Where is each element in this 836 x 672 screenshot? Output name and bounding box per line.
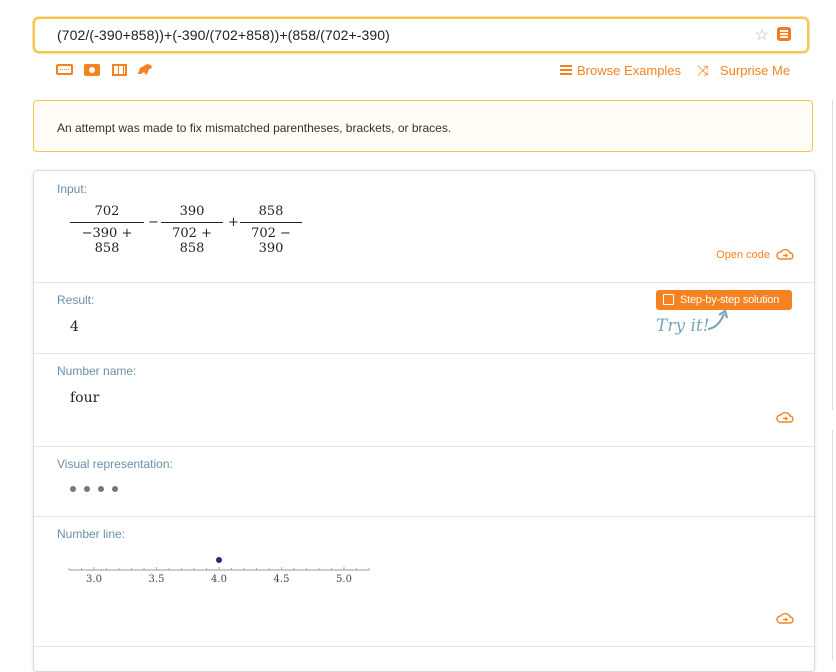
denominator: −390 + 858 [81, 226, 133, 256]
visual-dot [98, 486, 104, 492]
camera-icon[interactable] [84, 64, 100, 76]
numerator: 390 [179, 204, 205, 219]
number-line-pod: Number line: 3.0 3.5 4.0 4.5 5.0 [34, 516, 814, 647]
dot-group [70, 486, 130, 494]
cloud-download-icon[interactable] [776, 412, 794, 423]
visual-representation-pod: Visual representation: [34, 446, 814, 517]
number-line-point [216, 557, 222, 563]
number-line-tick-label: 5.0 [336, 574, 352, 585]
number-line-tick-label: 3.0 [86, 574, 102, 585]
open-code-link[interactable]: Open code [716, 249, 770, 261]
number-line-tick-label: 3.5 [149, 574, 165, 585]
side-panel-edge [832, 100, 836, 410]
keyboard-icon[interactable] [56, 64, 73, 75]
result-pod: Result: 4 Step-by-step solution Try it! [34, 282, 814, 354]
number-name-pod: Number name: four [34, 353, 814, 447]
pod-title: Result: [57, 293, 95, 307]
notice-text: An attempt was made to fix mismatched pa… [57, 121, 452, 135]
results-panel: Input: 702 −390 + 858 − 390 702 + 858 + … [33, 170, 815, 672]
fraction-2: 390 702 + 858 [161, 204, 223, 256]
input-pod: Input: 702 −390 + 858 − 390 702 + 858 + … [34, 171, 814, 283]
pod-title: Visual representation: [57, 457, 173, 471]
surprise-me-link[interactable]: Surprise Me [720, 63, 790, 78]
step-by-step-button[interactable]: Step-by-step solution [656, 290, 792, 310]
operator: − [148, 215, 159, 230]
search-bar[interactable]: (702/(-390+858))+(-390/(702+858))+(858/(… [33, 17, 809, 53]
dinosaur-icon[interactable] [137, 63, 153, 76]
star-icon[interactable]: ☆ [755, 25, 769, 45]
notice-box: An attempt was made to fix mismatched pa… [33, 100, 813, 152]
arrow-icon [707, 309, 729, 331]
pod-title: Input: [57, 182, 88, 196]
browse-examples-link[interactable]: Browse Examples [577, 63, 681, 78]
try-it-label: Try it! [656, 316, 710, 336]
operator: + [228, 215, 239, 230]
pod-title: Number line: [57, 527, 126, 541]
compute-button-icon[interactable] [777, 27, 791, 41]
number-line: 3.0 3.5 4.0 4.5 5.0 [68, 557, 370, 585]
denominator: 702 − 390 [251, 226, 291, 256]
fraction-1: 702 −390 + 858 [70, 204, 144, 256]
menu-icon[interactable] [560, 65, 572, 75]
step-by-step-label: Step-by-step solution [680, 294, 780, 306]
cloud-download-icon[interactable] [776, 613, 794, 624]
result-value: 4 [70, 319, 79, 335]
visual-dot [84, 486, 90, 492]
denominator: 702 + 858 [172, 226, 212, 256]
number-line-tick-label: 4.0 [211, 574, 227, 585]
cloud-download-icon[interactable] [776, 249, 794, 260]
visual-dot [70, 486, 76, 492]
pod-title: Number name: [57, 364, 137, 378]
fraction-3: 858 702 − 390 [240, 204, 302, 256]
number-name-value: four [70, 390, 100, 406]
numerator: 858 [258, 204, 284, 219]
numerator: 702 [94, 204, 120, 219]
visual-dot [112, 486, 118, 492]
number-line-tick-label: 4.5 [274, 574, 290, 585]
shuffle-icon[interactable]: ⤨ [697, 62, 708, 79]
table-icon[interactable] [112, 64, 127, 76]
search-input[interactable]: (702/(-390+858))+(-390/(702+858))+(858/(… [57, 27, 390, 43]
side-panel-edge [832, 430, 836, 660]
checkbox-icon [663, 294, 674, 305]
